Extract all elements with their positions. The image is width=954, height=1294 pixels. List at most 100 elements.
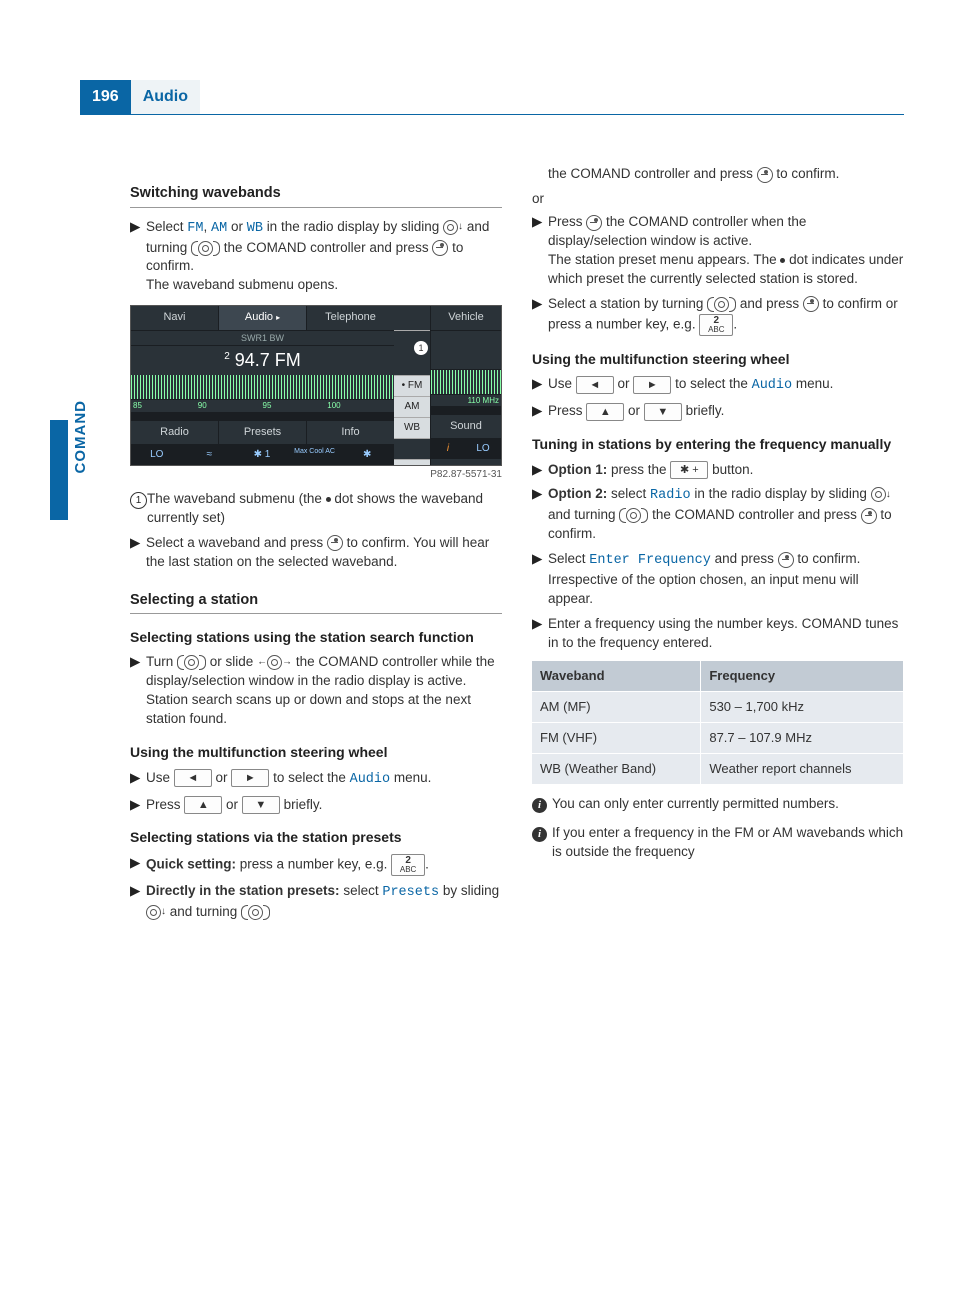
step-continuation: the COMAND controller and press to confi…: [532, 165, 904, 184]
table-cell: WB (Weather Band): [532, 754, 701, 785]
rs-scale: [131, 375, 394, 400]
press-icon: [778, 552, 794, 568]
text: Press: [548, 403, 586, 418]
table-row: AM (MF) 530 – 1,700 kHz: [532, 691, 904, 722]
text: by sliding: [443, 883, 499, 898]
text: or: [628, 403, 644, 418]
text: Use: [146, 770, 174, 785]
text: menu.: [796, 376, 834, 391]
text: Turn: [146, 654, 177, 669]
controller-icon: [714, 297, 729, 312]
text: and turning: [170, 904, 241, 919]
rs-station-name: SWR1 BW: [131, 331, 394, 347]
press-icon: [803, 296, 819, 312]
page-number: 196: [80, 80, 131, 115]
text: in the radio display by sliding: [267, 219, 443, 234]
rs-bottom-tab: Info: [307, 421, 394, 445]
text: or: [618, 376, 634, 391]
text: Use: [548, 376, 576, 391]
rs-scale: [431, 370, 501, 395]
text-bold: Option 1:: [548, 462, 607, 477]
left-arrow-key: ◄: [174, 769, 212, 787]
step: ▶ Turn or slide ←→ the COMAND controller…: [130, 653, 502, 729]
step: ▶ Select a station by turning and press …: [532, 295, 904, 336]
side-tab: [50, 420, 68, 520]
text: briefly.: [284, 797, 323, 812]
frequency-table: Waveband Frequency AM (MF) 530 – 1,700 k…: [532, 661, 904, 786]
table-cell: 530 – 1,700 kHz: [701, 691, 904, 722]
text: to select the: [675, 376, 752, 391]
step: ▶ Option 2: select Radio in the radio di…: [532, 485, 904, 544]
page-title: Audio: [131, 80, 200, 115]
note-text: If you enter a frequency in the FM or AM…: [552, 824, 904, 862]
table-cell: AM (MF): [532, 691, 701, 722]
subheading-search: Selecting stations using the station sea…: [130, 628, 502, 648]
text-bold: Quick setting:: [146, 857, 236, 872]
down-arrow-key: ▼: [644, 403, 682, 421]
right-arrow-key: ►: [231, 769, 269, 787]
text: select: [343, 883, 382, 898]
right-column: the COMAND controller and press to confi…: [532, 165, 904, 927]
text: Irrespective of the option chosen, an in…: [548, 572, 859, 606]
left-column: Switching wavebands ▶ Select FM, AM or W…: [130, 165, 502, 927]
table-cell: Weather report channels: [701, 754, 904, 785]
text: the COMAND controller and press: [652, 507, 861, 522]
slide-down-icon: ↓: [886, 488, 891, 502]
subheading-multifunction: Using the multifunction steering wheel: [130, 743, 502, 763]
menu-wb: WB: [247, 221, 263, 236]
rs-bottom-tab: Presets: [219, 421, 307, 445]
radio-screenshot: Navi Audio ▸ Telephone SWR1 BW 2 94.7 FM…: [130, 305, 502, 466]
rs-submenu-item: • FM: [394, 376, 430, 397]
rs-submenu-item: WB: [394, 418, 430, 439]
subheading-multifunction: Using the multifunction steering wheel: [532, 350, 904, 370]
callout-description: 1 The waveband submenu (the dot shows th…: [130, 490, 502, 528]
header-rule: [200, 80, 904, 115]
rs-scale-label: 110 MHz: [431, 395, 501, 407]
note-text: You can only enter currently permitted n…: [552, 795, 839, 814]
text: Select a waveband and press: [146, 535, 327, 550]
step: ▶ Use ◄ or ► to select the Audio menu.: [532, 375, 904, 396]
subheading-presets: Selecting stations via the station prese…: [130, 828, 502, 848]
left-arrow-key: ◄: [576, 376, 614, 394]
text: or: [216, 770, 232, 785]
step: ▶ Press the COMAND controller when the d…: [532, 213, 904, 289]
text: press a number key, e.g.: [240, 857, 391, 872]
step: ▶ Directly in the station presets: selec…: [130, 882, 502, 922]
up-arrow-key: ▲: [586, 403, 624, 421]
controller-icon: [443, 220, 458, 235]
step: ▶ Option 1: press the ✱ + button.: [532, 461, 904, 480]
controller-icon: [146, 905, 161, 920]
rs-bottom-tab: Radio: [131, 421, 219, 445]
text: briefly.: [686, 403, 725, 418]
text: and press: [715, 551, 778, 566]
step: ▶ Enter a frequency using the number key…: [532, 615, 904, 653]
rs-frequency: 2 94.7 FM: [131, 346, 394, 375]
rs-scale-labels: 85 90 95 100: [131, 400, 394, 412]
table-cell: 87.7 – 107.9 MHz: [701, 722, 904, 753]
step: ▶ Quick setting: press a number key, e.g…: [130, 854, 502, 876]
slide-right-icon: →: [282, 657, 292, 668]
rs-footer: LO: [466, 439, 501, 459]
number-key-2: 2ABC: [699, 314, 733, 336]
menu-audio: Audio: [752, 378, 793, 393]
table-row: FM (VHF) 87.7 – 107.9 MHz: [532, 722, 904, 753]
rs-tab-active: Audio ▸: [219, 306, 307, 330]
text: to confirm.: [776, 166, 839, 181]
text: Press: [548, 214, 586, 229]
subheading-tuning-manual: Tuning in stations by entering the frequ…: [532, 435, 904, 455]
text: Select: [548, 551, 589, 566]
turn-right-icon: [263, 905, 270, 920]
text: press the: [611, 462, 670, 477]
controller-icon: [184, 655, 199, 670]
or-separator: or: [532, 190, 904, 209]
text: to confirm.: [797, 551, 860, 566]
menu-enter-frequency: Enter Frequency: [589, 553, 711, 568]
rs-footer: ≈: [184, 445, 237, 465]
menu-am: AM: [211, 221, 227, 236]
rs-tab: Telephone: [307, 306, 394, 330]
rs-bottom-tab: Sound: [431, 415, 501, 439]
press-icon: [757, 167, 773, 183]
text: The waveband submenu (the: [147, 491, 326, 506]
number-key-2: 2ABC: [391, 854, 425, 876]
press-icon: [586, 215, 602, 231]
